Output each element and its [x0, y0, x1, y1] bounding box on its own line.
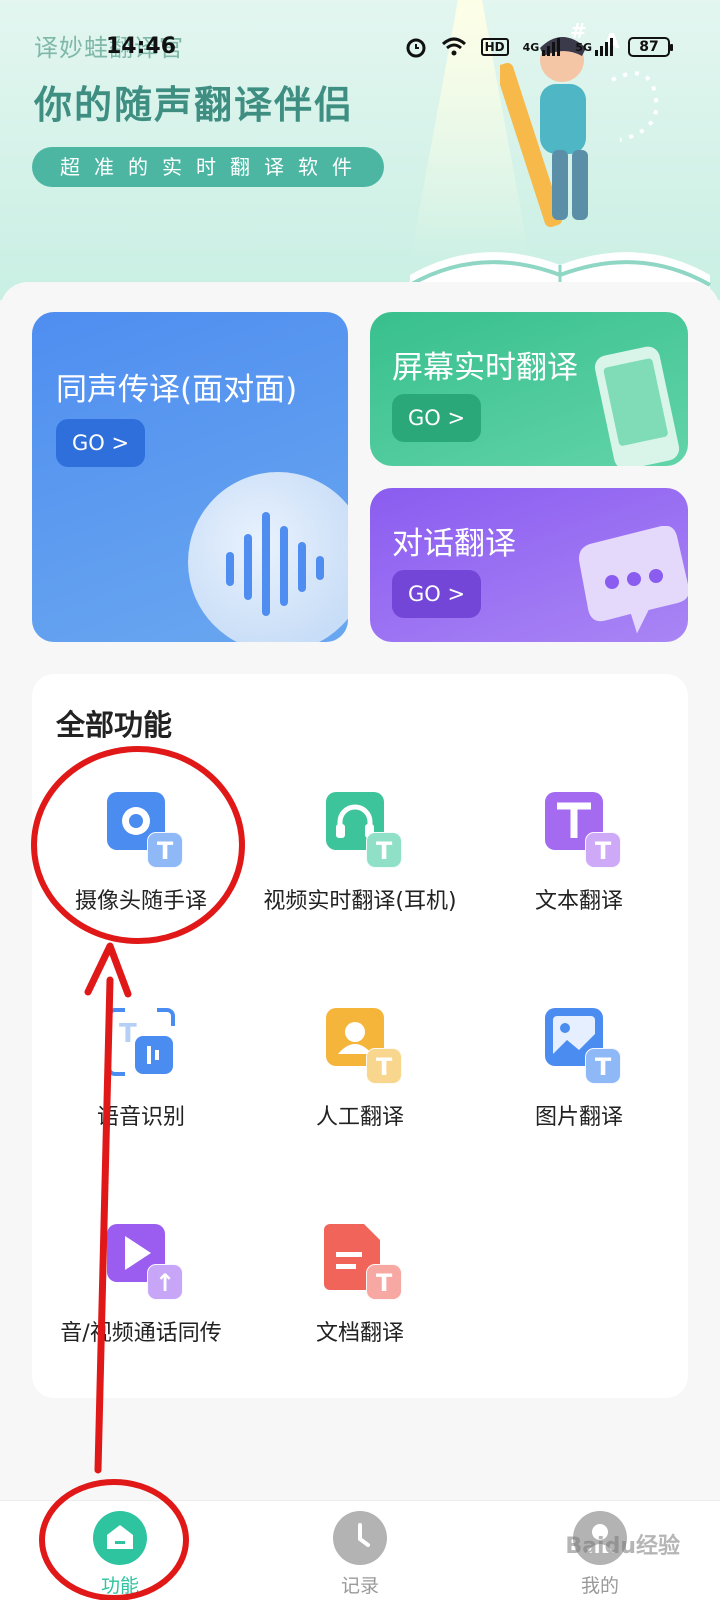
feature-label: 文本翻译	[534, 889, 623, 914]
all-features-panel: 全部功能 T 摄像头随手译 T 视频实时翻译(耳机) T 文本翻译 T 语音识别…	[32, 674, 688, 1398]
go-button[interactable]: GO >	[392, 394, 482, 442]
screen-translation-card[interactable]: 屏幕实时翻译 GO >	[370, 312, 688, 466]
feature-text-translate[interactable]: T 文本翻译	[470, 790, 688, 918]
feature-label: 视频实时翻译(耳机)	[263, 889, 457, 914]
clock-icon	[333, 1511, 387, 1565]
feature-video-realtime-translate[interactable]: T 视频实时翻译(耳机)	[251, 790, 469, 918]
feature-label: 摄像头随手译	[74, 889, 207, 914]
signal-5g-icon: 5G	[575, 37, 614, 57]
nav-item-features[interactable]: 功能	[60, 1511, 180, 1598]
wifi-icon	[441, 37, 467, 57]
card-title: 对话翻译	[392, 526, 516, 562]
battery-indicator: 87	[628, 37, 673, 57]
feature-call-translate[interactable]: ↑ 音/视频通话同传	[32, 1222, 250, 1350]
nav-label: 我的	[580, 1575, 619, 1597]
voice-recognition-icon: T	[105, 1006, 177, 1078]
go-button[interactable]: GO >	[392, 570, 482, 618]
alarm-icon	[405, 36, 427, 58]
status-icons: HD 4G 5G 87	[405, 36, 673, 58]
hd-icon: HD	[480, 38, 509, 56]
feature-label: 图片翻译	[534, 1105, 623, 1130]
phone-icon	[594, 346, 680, 466]
feature-label: 语音识别	[96, 1105, 185, 1130]
home-icon	[93, 1511, 147, 1565]
chat-bubble-icon	[578, 526, 688, 634]
soundwave-icon	[188, 472, 348, 642]
watermark: Baidu经验	[565, 1534, 680, 1559]
image-translate-icon: T	[543, 1006, 621, 1084]
svg-text:T: T	[119, 1019, 137, 1049]
go-button[interactable]: GO >	[56, 419, 146, 467]
card-title: 屏幕实时翻译	[392, 350, 578, 386]
text-translate-icon: T	[543, 790, 621, 868]
banner-slogan: 你的随声翻译伴侣	[34, 83, 355, 127]
feature-label: 人工翻译	[315, 1105, 404, 1130]
feature-image-translate[interactable]: T 图片翻译	[470, 1006, 688, 1134]
nav-label: 记录	[340, 1575, 379, 1597]
dialog-translation-card[interactable]: 对话翻译 GO >	[370, 488, 688, 642]
camera-translate-icon: T	[105, 790, 183, 868]
signal-4g-icon: 4G	[523, 37, 562, 57]
section-title: 全部功能	[56, 708, 173, 742]
nav-label: 功能	[100, 1575, 139, 1597]
card-title: 同声传译(面对面)	[56, 372, 298, 408]
simultaneous-interpretation-card[interactable]: 同声传译(面对面) GO >	[32, 312, 348, 642]
call-translate-icon: ↑	[105, 1222, 183, 1300]
headphone-translate-icon: T	[324, 790, 402, 868]
status-bar: 14:46 HD 4G 5G 87	[0, 28, 720, 68]
document-translate-icon: T	[324, 1222, 402, 1300]
feature-voice-recognition[interactable]: T 语音识别	[32, 1006, 250, 1134]
feature-label: 音/视频通话同传	[60, 1321, 222, 1346]
banner-tagline: 超准的实时翻译软件	[32, 147, 384, 187]
status-time: 14:46	[106, 34, 177, 59]
feature-camera-translate[interactable]: T 摄像头随手译	[32, 790, 250, 918]
feature-label: 文档翻译	[315, 1321, 404, 1346]
nav-item-records[interactable]: 记录	[300, 1511, 420, 1598]
feature-human-translate[interactable]: T 人工翻译	[251, 1006, 469, 1134]
feature-document-translate[interactable]: T 文档翻译	[251, 1222, 469, 1350]
human-translate-icon: T	[324, 1006, 402, 1084]
